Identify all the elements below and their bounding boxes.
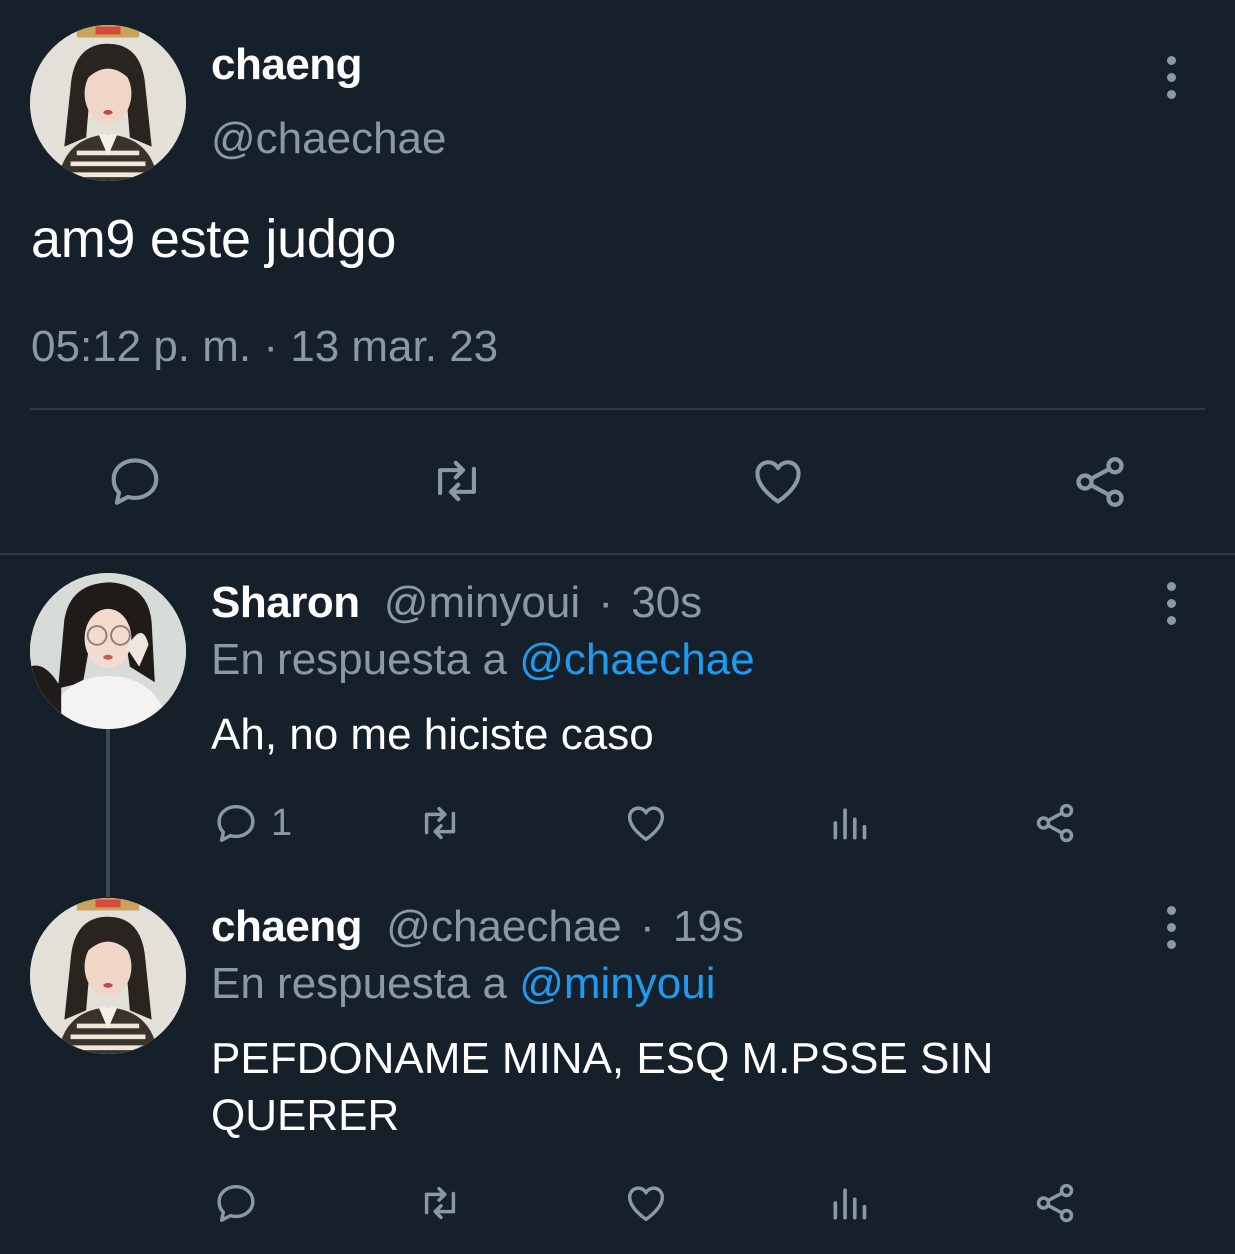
replying-to-label: En respuesta a: [211, 635, 507, 684]
divider: [0, 553, 1235, 555]
retweet-icon: [424, 1186, 456, 1220]
reply-button[interactable]: 1: [213, 800, 292, 846]
mention-link[interactable]: @chaechae: [519, 635, 755, 684]
main-tweet: chaeng @chaechae am9 este judgo 05:12 p.…: [0, 0, 1235, 556]
share-icon: [1036, 1183, 1074, 1223]
tweet-text: am9 este judgo: [31, 209, 397, 269]
retweet-button[interactable]: [414, 1180, 466, 1226]
retweet-button[interactable]: [414, 800, 466, 846]
like-icon: [627, 1186, 665, 1222]
reply-icon: [217, 1184, 255, 1222]
analytics-icon: [833, 808, 867, 840]
like-button[interactable]: [748, 452, 808, 510]
share-icon: [1076, 457, 1124, 507]
reply-time[interactable]: 19s: [673, 902, 744, 951]
reply-count: 1: [271, 801, 293, 844]
author-handle[interactable]: @minyoui: [384, 578, 580, 627]
replying-to: En respuesta a @minyoui: [211, 959, 715, 1009]
avatar[interactable]: [30, 573, 186, 729]
author-handle[interactable]: @chaechae: [211, 114, 447, 164]
author-name[interactable]: chaeng: [211, 902, 363, 951]
author-handle[interactable]: @chaechae: [386, 902, 622, 951]
mention-link[interactable]: @minyoui: [519, 959, 715, 1008]
reply-button[interactable]: [106, 452, 164, 510]
tweet-timestamp[interactable]: 05:12 p. m. · 13 mar. 23: [31, 322, 498, 372]
like-icon: [755, 460, 801, 504]
replying-to-label: En respuesta a: [211, 959, 507, 1008]
avatar-photo: [30, 25, 186, 181]
share-button[interactable]: [1032, 800, 1078, 846]
more-options-icon[interactable]: [1156, 52, 1186, 102]
reply-time[interactable]: 30s: [631, 578, 702, 627]
separator: ·: [640, 902, 655, 951]
share-icon: [1036, 803, 1074, 843]
retweet-icon: [424, 806, 456, 840]
avatar-photo: [30, 573, 186, 729]
reply-text: Ah, no me hiciste caso: [211, 710, 654, 759]
avatar[interactable]: [30, 25, 186, 181]
separator: ·: [598, 578, 613, 627]
avatar-photo: [30, 898, 186, 1054]
like-button[interactable]: [622, 800, 670, 846]
replying-to: En respuesta a @chaechae: [211, 635, 755, 685]
more-options-icon[interactable]: [1156, 902, 1186, 952]
retweet-button[interactable]: [424, 452, 490, 510]
reply-button[interactable]: [213, 1180, 259, 1226]
more-options-icon[interactable]: [1156, 578, 1186, 628]
reply-header: Sharon @minyoui · 30s: [211, 578, 702, 628]
reply-header: chaeng @chaechae · 19s: [211, 902, 744, 952]
tweet-actions: [0, 440, 1235, 530]
avatar[interactable]: [30, 898, 186, 1054]
tweet-thread-page: chaeng @chaechae am9 este judgo 05:12 p.…: [0, 0, 1235, 1254]
thread-line: [106, 729, 110, 897]
retweet-icon: [438, 460, 476, 502]
analytics-button[interactable]: [828, 1180, 872, 1226]
analytics-button[interactable]: [828, 800, 872, 846]
share-button[interactable]: [1032, 1180, 1078, 1226]
share-button[interactable]: [1070, 452, 1130, 512]
like-icon: [627, 806, 665, 842]
author-name[interactable]: chaeng: [211, 40, 363, 90]
reply-icon: [111, 458, 159, 505]
like-button[interactable]: [622, 1180, 670, 1226]
divider: [30, 408, 1205, 410]
reply-icon: [217, 804, 255, 842]
author-name[interactable]: Sharon: [211, 578, 360, 627]
reply-text: PEFDONAME MINA, ESQ M.PSSE SIN QUERER: [211, 1034, 994, 1140]
analytics-icon: [833, 1188, 867, 1220]
